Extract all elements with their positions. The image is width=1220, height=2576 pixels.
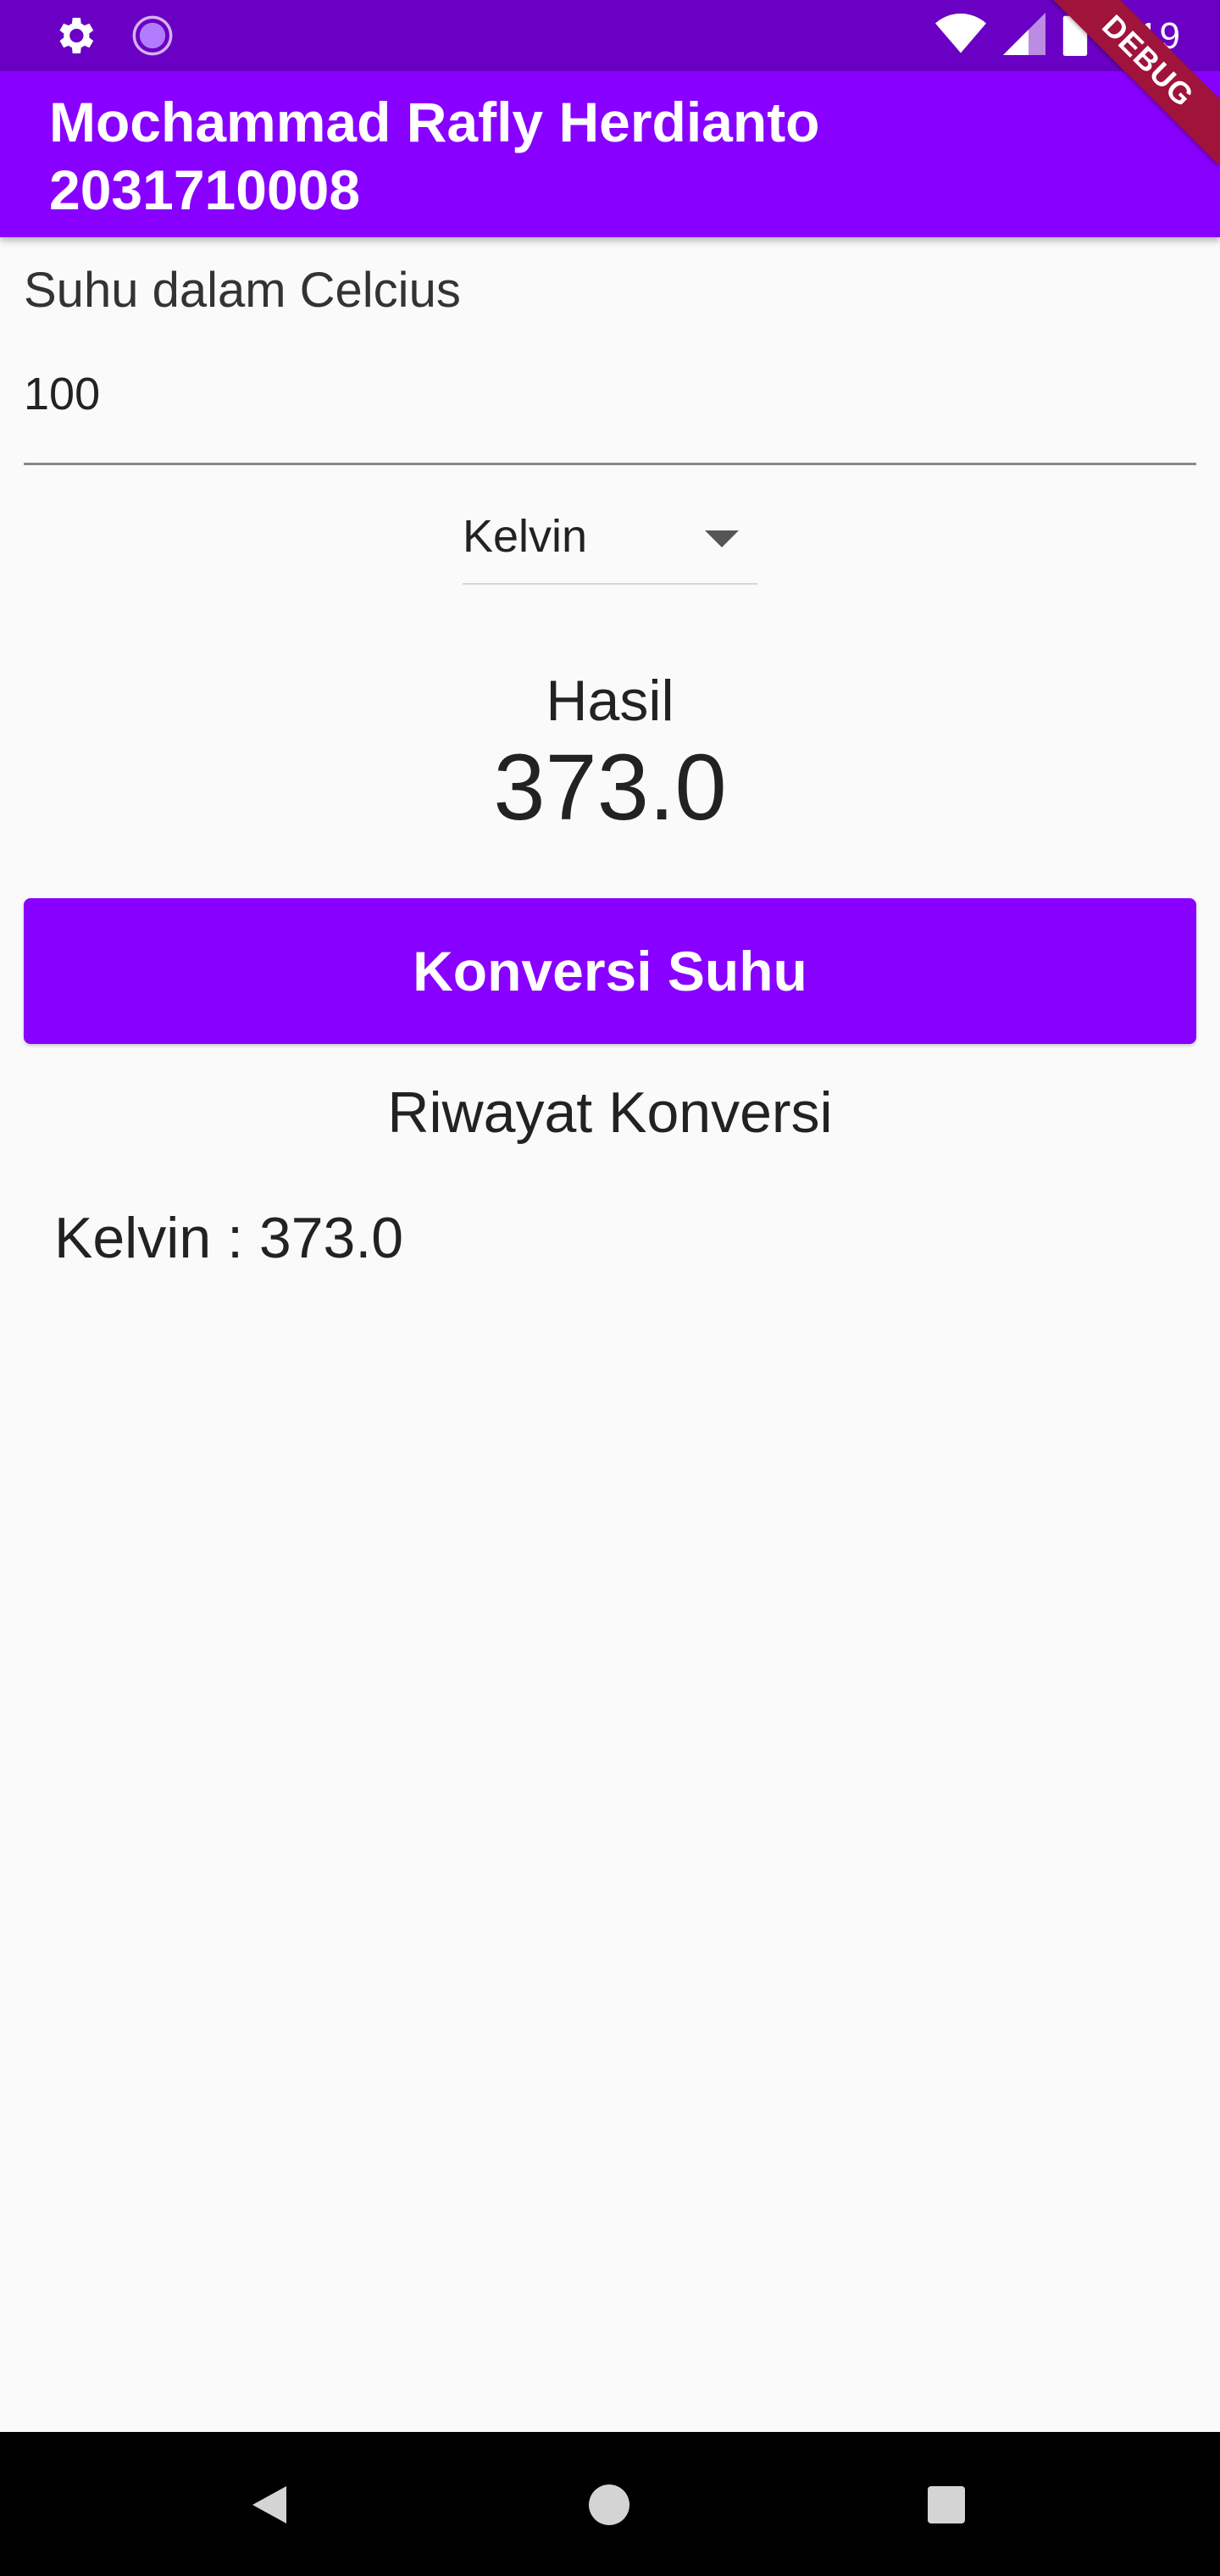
app-title-line2: 2031710008 [49,158,361,221]
history-item: Kelvin : 373.0 [54,1206,404,1270]
app-screen: 3:19 DEBUG Mochammad Rafly Herdianto 203… [0,0,1220,2576]
recents-icon[interactable] [928,2486,965,2523]
app-title: Mochammad Rafly Herdianto 2031710008 [49,88,820,224]
wifi-icon [935,13,987,59]
result-value: 373.0 [493,736,727,840]
cell-signal-icon [1003,13,1046,59]
progress-circle-icon [130,14,175,62]
home-icon[interactable] [589,2484,629,2525]
history-title: Riwayat Konversi [387,1080,833,1145]
gear-icon [51,12,98,64]
app-bar: Mochammad Rafly Herdianto 2031710008 [0,71,1220,237]
status-bar: 3:19 [0,0,1220,71]
unit-dropdown-value: Kelvin [463,511,588,562]
back-icon[interactable] [252,2486,286,2523]
unit-dropdown[interactable]: Kelvin [463,507,757,585]
app-title-line1: Mochammad Rafly Herdianto [49,91,820,153]
navigation-bar [0,2432,1220,2576]
result-label: Hasil [546,669,674,733]
celsius-input[interactable] [24,356,1196,432]
convert-button[interactable]: Konversi Suhu [24,898,1196,1044]
celsius-input-label: Suhu dalam Celcius [24,263,461,318]
celsius-input-underline [24,463,1196,465]
dropdown-arrow-icon [705,530,739,547]
status-left-icons [51,12,175,64]
